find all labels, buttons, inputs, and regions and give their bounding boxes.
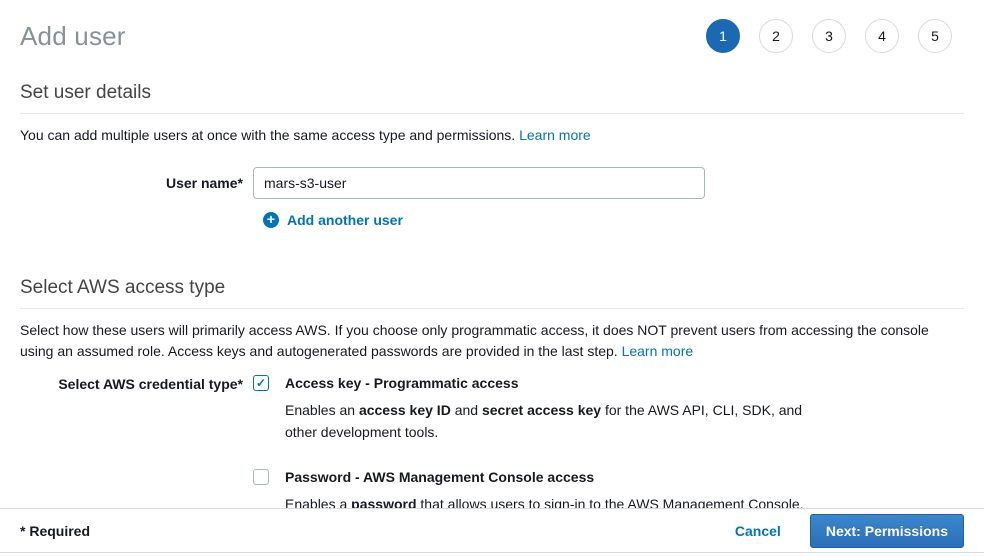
username-row: User name* [20, 167, 964, 199]
plus-circle-icon: + [263, 212, 279, 228]
password-option-title[interactable]: Password - AWS Management Console access [285, 468, 804, 486]
access-type-intro-text: Select how these users will primarily ac… [20, 322, 929, 359]
user-details-intro: You can add multiple users at once with … [20, 125, 964, 146]
step-1[interactable]: 1 [706, 19, 740, 53]
access-type-intro: Select how these users will primarily ac… [20, 320, 964, 362]
page-title: Add user [20, 21, 126, 52]
checkmark-icon: ✓ [256, 376, 266, 390]
option-access-key: ✓ Access key - Programmatic access Enabl… [253, 374, 835, 443]
access-type-section: Select AWS access type Select how these … [20, 277, 964, 515]
access-key-option-title[interactable]: Access key - Programmatic access [285, 374, 835, 392]
username-input[interactable] [253, 167, 705, 199]
access-type-heading: Select AWS access type [20, 277, 964, 309]
access-type-learn-more-link[interactable]: Learn more [622, 343, 694, 359]
add-another-user-button[interactable]: + Add another user [263, 212, 403, 228]
step-5[interactable]: 5 [918, 19, 952, 53]
user-details-heading: Set user details [20, 82, 964, 114]
access-key-option-description: Enables an access key ID and secret acce… [285, 399, 835, 443]
step-2[interactable]: 2 [759, 19, 793, 53]
user-details-learn-more-link[interactable]: Learn more [519, 127, 591, 143]
wizard-step-indicator: 1 2 3 4 5 [706, 19, 964, 53]
password-checkbox[interactable] [253, 469, 269, 485]
user-details-section: Set user details You can add multiple us… [20, 82, 964, 228]
add-another-user-label: Add another user [287, 212, 403, 228]
step-3[interactable]: 3 [812, 19, 846, 53]
wizard-header: Add user 1 2 3 4 5 [0, 0, 984, 56]
step-4[interactable]: 4 [865, 19, 899, 53]
wizard-footer: * Required Cancel Next: Permissions [0, 508, 984, 553]
footer-actions: Cancel Next: Permissions [735, 514, 964, 548]
credential-type-label: Select AWS credential type* [20, 374, 253, 515]
user-details-intro-text: You can add multiple users at once with … [20, 127, 515, 143]
username-label: User name* [20, 167, 253, 199]
next-permissions-button[interactable]: Next: Permissions [810, 514, 964, 548]
cancel-button[interactable]: Cancel [735, 523, 781, 539]
credential-type-row: Select AWS credential type* ✓ Access key… [20, 374, 964, 515]
credential-options: ✓ Access key - Programmatic access Enabl… [253, 374, 835, 515]
access-key-checkbox[interactable]: ✓ [253, 375, 269, 391]
required-note: * Required [20, 523, 90, 539]
